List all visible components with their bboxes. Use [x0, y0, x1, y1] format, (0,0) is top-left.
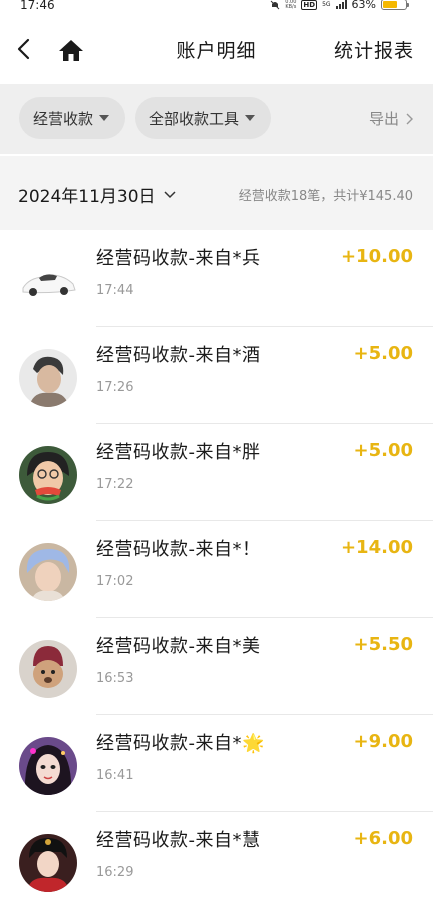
signal-icon [335, 0, 347, 9]
export-label: 导出 [368, 110, 399, 128]
avatar [19, 543, 77, 601]
transaction-time: 17:02 [96, 574, 134, 589]
date-label: 2024年11月30日 [18, 187, 156, 207]
daily-summary: 经营收款18笔，共计¥145.40 [238, 189, 413, 204]
avatar [19, 640, 77, 698]
filter-bar: 经营收款 全部收款工具 导出 [0, 84, 433, 154]
transaction-amount: +10.00 [340, 246, 413, 267]
statistics-report-button[interactable]: 统计报表 [334, 36, 414, 63]
transaction-amount: +5.00 [353, 343, 414, 364]
avatar [19, 252, 77, 310]
mute-icon [270, 0, 280, 9]
transaction-title: 经营码收款-来自*！ [96, 539, 261, 560]
transaction-time: 17:26 [96, 380, 134, 395]
transaction-title: 经营码收款-来自*兵 [96, 248, 261, 269]
transaction-title: 经营码收款-来自*慧 [96, 830, 261, 851]
avatar [19, 446, 77, 504]
net-speed: 0.00 KB/s [285, 0, 297, 10]
transaction-row[interactable]: 经营码收款-来自*！ 17:02 +14.00 [0, 521, 433, 618]
transaction-time: 17:44 [96, 283, 134, 298]
transaction-list: 经营码收款-来自*兵 17:44 +10.00 经营码收款-来自*酒 17:26… [0, 230, 433, 909]
transaction-time: 16:41 [96, 768, 134, 783]
battery-percent: 63% [351, 0, 376, 11]
chevron-down-icon [164, 190, 176, 198]
type-filter-label: 经营收款 [33, 109, 94, 128]
transaction-title: 经营码收款-来自*美 [96, 636, 261, 657]
chevron-right-icon [406, 113, 413, 124]
caret-down-icon [99, 115, 110, 121]
transaction-row[interactable]: 经营码收款-来自*美 16:53 +5.50 [0, 618, 433, 715]
transaction-row[interactable]: 经营码收款-来自*兵 17:44 +10.00 [0, 230, 433, 327]
tool-filter-label: 全部收款工具 [149, 109, 240, 128]
transaction-amount: +6.00 [353, 828, 414, 849]
transaction-row[interactable]: 经营码收款-来自*酒 17:26 +5.00 [0, 327, 433, 424]
transaction-title: 经营码收款-来自*胖 [96, 442, 261, 463]
status-time: 17:46 [20, 0, 55, 12]
export-button[interactable]: 导出 [369, 108, 413, 129]
network-type: 5G [322, 1, 331, 8]
type-filter-dropdown[interactable]: 经营收款 [19, 97, 125, 139]
transaction-row[interactable]: 经营码收款-来自*胖 17:22 +5.00 [0, 424, 433, 521]
tool-filter-dropdown[interactable]: 全部收款工具 [135, 97, 271, 139]
status-bar: 17:46 0.00 KB/s HD 5G 63% [0, 0, 433, 14]
transaction-amount: +5.50 [353, 634, 414, 655]
hd-badge: HD [301, 0, 318, 10]
avatar [19, 737, 77, 795]
avatar [19, 834, 77, 892]
transaction-title: 经营码收款-来自*🌟 [96, 733, 265, 754]
date-picker[interactable]: 2024年11月30日 [18, 182, 176, 207]
transaction-time: 16:53 [96, 671, 134, 686]
nav-bar: 账户明细 统计报表 [0, 14, 433, 84]
transaction-title: 经营码收款-来自*酒 [96, 345, 261, 366]
battery-icon [381, 0, 409, 10]
transaction-amount: +5.00 [353, 440, 414, 461]
transaction-time: 17:22 [96, 477, 134, 492]
transaction-time: 16:29 [96, 865, 134, 880]
transaction-row[interactable]: 经营码收款-来自*慧 16:29 +6.00 [0, 812, 433, 909]
avatar [19, 349, 77, 407]
date-header: 2024年11月30日 经营收款18笔，共计¥145.40 [0, 156, 433, 230]
transaction-amount: +14.00 [340, 537, 413, 558]
transaction-amount: +9.00 [353, 731, 414, 752]
transaction-row[interactable]: 经营码收款-来自*🌟 16:41 +9.00 [0, 715, 433, 812]
caret-down-icon [245, 115, 256, 121]
status-icons: 0.00 KB/s HD 5G 63% [270, 0, 409, 11]
